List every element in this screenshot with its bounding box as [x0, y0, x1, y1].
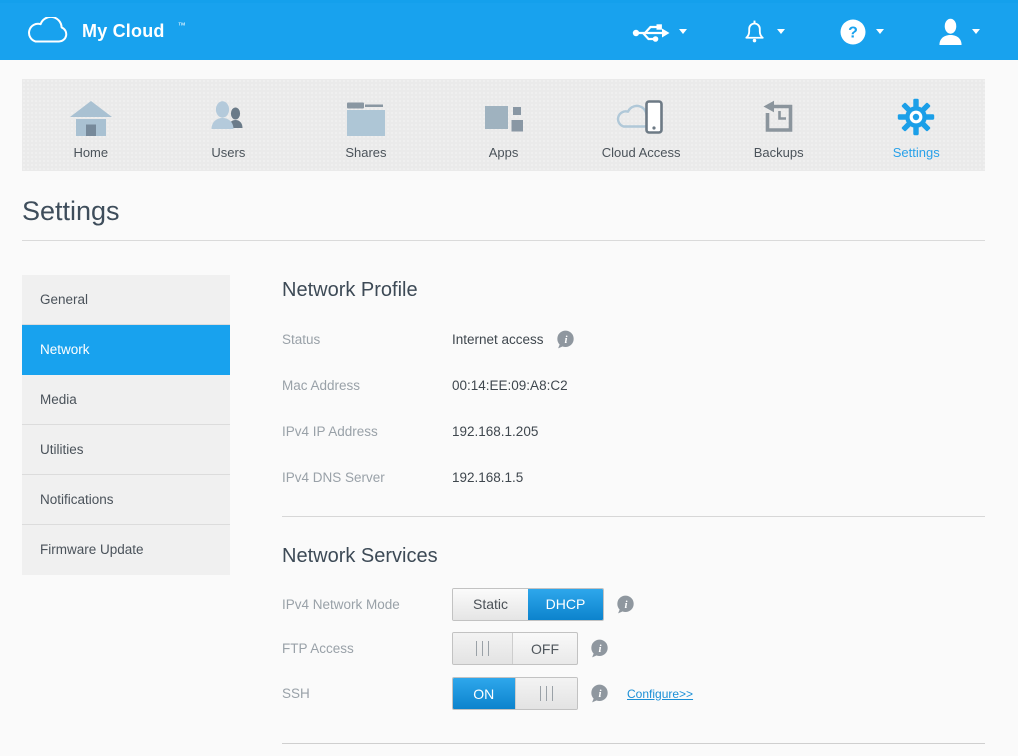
sidebar-item-utilities[interactable]: Utilities [22, 425, 230, 475]
usb-menu-button[interactable] [632, 19, 687, 45]
network-services-section: Network Services IPv4 Network Mode Stati… [282, 545, 985, 716]
mac-address-label: Mac Address [282, 378, 452, 393]
svg-text:?: ? [848, 24, 858, 41]
nav-label: Settings [893, 145, 940, 160]
home-icon [68, 94, 114, 136]
nav-label: Shares [345, 145, 386, 160]
sidebar-item-notifications[interactable]: Notifications [22, 475, 230, 525]
help-icon: ? [839, 18, 867, 46]
ipv4-network-mode-toggle: Static DHCP [452, 588, 604, 621]
trademark-symbol: ™ [178, 21, 186, 30]
chevron-down-icon [876, 29, 884, 34]
app-logo[interactable]: My Cloud ™ [24, 17, 185, 47]
backups-icon [759, 94, 799, 136]
usb-icon [632, 19, 670, 45]
top-header-bar: My Cloud ™ [0, 0, 1018, 60]
chevron-down-icon [777, 29, 785, 34]
bell-icon [741, 18, 768, 45]
nav-item-users[interactable]: Users [160, 79, 298, 171]
nav-item-shares[interactable]: Shares [297, 79, 435, 171]
nav-item-cloud-access[interactable]: Cloud Access [572, 79, 710, 171]
users-icon [206, 94, 250, 136]
alerts-menu-button[interactable] [741, 18, 785, 45]
status-row: Status Internet access i [282, 316, 985, 362]
ipv4-dns-value: 192.168.1.5 [452, 470, 523, 485]
sidebar-item-media[interactable]: Media [22, 375, 230, 425]
page-title: Settings [22, 196, 1018, 227]
settings-content: General Network Media Utilities Notifica… [22, 275, 985, 744]
divider [282, 743, 985, 744]
ssh-configure-link[interactable]: Configure>> [627, 687, 693, 701]
switch-grip-handle [515, 678, 578, 709]
nav-label: Apps [489, 145, 519, 160]
nav-item-apps[interactable]: Apps [435, 79, 573, 171]
ssh-switch-state: ON [453, 678, 515, 709]
dhcp-option-button[interactable]: DHCP [528, 589, 603, 620]
switch-grip-handle [453, 633, 513, 664]
chevron-down-icon [972, 29, 980, 34]
nav-item-settings[interactable]: Settings [847, 79, 985, 171]
status-value: Internet access [452, 332, 544, 347]
shares-folder-icon [345, 94, 387, 136]
nav-label: Users [211, 145, 245, 160]
app-title: My Cloud [82, 21, 165, 42]
nav-item-backups[interactable]: Backups [710, 79, 848, 171]
ipv4-dns-label: IPv4 DNS Server [282, 470, 452, 485]
main-navigation: Home Users Shares [22, 79, 985, 171]
cloud-logo-icon [24, 17, 70, 47]
apps-icon [484, 94, 524, 136]
ftp-access-switch[interactable]: OFF [452, 632, 578, 665]
static-option-button[interactable]: Static [453, 589, 528, 620]
settings-sidebar: General Network Media Utilities Notifica… [22, 275, 230, 575]
ssh-switch[interactable]: ON [452, 677, 578, 710]
nav-label: Backups [754, 145, 804, 160]
user-icon [938, 18, 963, 45]
ipv4-dns-row: IPv4 DNS Server 192.168.1.5 [282, 454, 985, 500]
cloud-access-icon [613, 94, 669, 136]
network-services-heading: Network Services [282, 545, 985, 568]
ssh-label: SSH [282, 686, 452, 701]
info-icon[interactable]: i [590, 684, 609, 703]
nav-label: Cloud Access [602, 145, 681, 160]
network-profile-heading: Network Profile [282, 279, 985, 302]
ftp-access-label: FTP Access [282, 641, 452, 656]
svg-text:i: i [599, 643, 602, 655]
network-settings-panel: Network Profile Status Internet access i… [282, 275, 985, 744]
info-icon[interactable]: i [590, 639, 609, 658]
svg-text:i: i [599, 688, 602, 700]
chevron-down-icon [679, 29, 687, 34]
mac-address-value: 00:14:EE:09:A8:C2 [452, 378, 568, 393]
nav-item-home[interactable]: Home [22, 79, 160, 171]
user-menu-button[interactable] [938, 18, 980, 45]
ipv4-address-value: 192.168.1.205 [452, 424, 538, 439]
sidebar-item-network[interactable]: Network [22, 325, 230, 375]
divider [22, 240, 985, 241]
sidebar-item-firmware-update[interactable]: Firmware Update [22, 525, 230, 575]
svg-text:i: i [564, 333, 567, 345]
ipv4-address-label: IPv4 IP Address [282, 424, 452, 439]
ftp-access-row: FTP Access OFF i [282, 626, 985, 671]
ipv4-address-row: IPv4 IP Address 192.168.1.205 [282, 408, 985, 454]
nav-label: Home [73, 145, 108, 160]
header-actions: ? [632, 18, 980, 46]
ipv4-network-mode-label: IPv4 Network Mode [282, 597, 452, 612]
sidebar-item-general[interactable]: General [22, 275, 230, 325]
status-label: Status [282, 332, 452, 347]
ssh-row: SSH ON i Configure>> [282, 671, 985, 716]
ipv4-network-mode-row: IPv4 Network Mode Static DHCP i [282, 582, 985, 626]
divider [282, 516, 985, 517]
svg-text:i: i [625, 598, 628, 610]
help-menu-button[interactable]: ? [839, 18, 884, 46]
info-icon[interactable]: i [616, 595, 635, 614]
settings-gear-icon [897, 94, 935, 136]
mac-address-row: Mac Address 00:14:EE:09:A8:C2 [282, 362, 985, 408]
info-icon[interactable]: i [556, 330, 575, 349]
ftp-switch-state: OFF [513, 633, 577, 664]
